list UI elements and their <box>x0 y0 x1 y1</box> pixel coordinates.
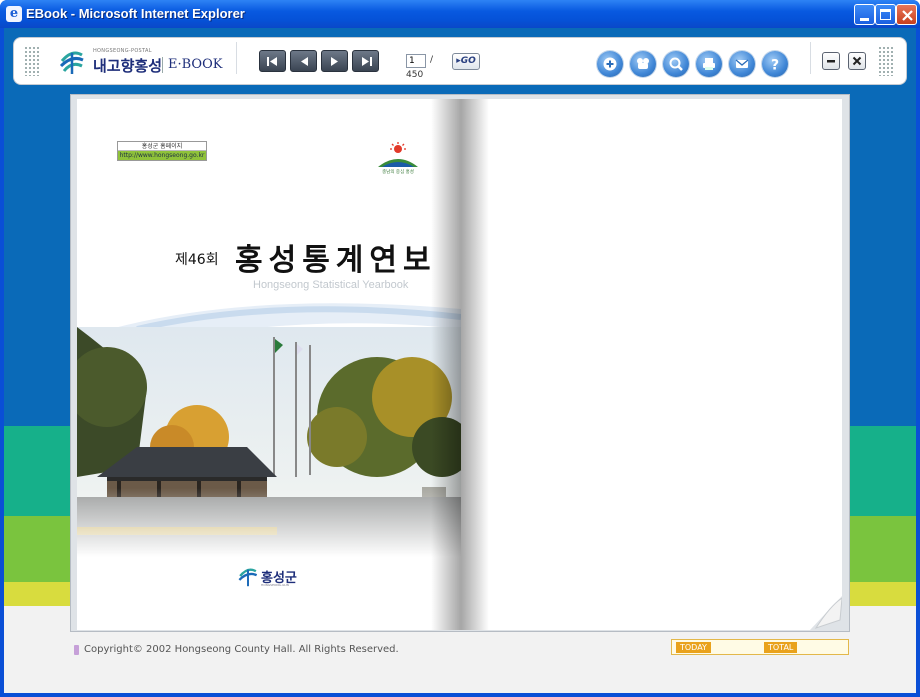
logo-small-text: HONGSEONG-POSTAL <box>93 48 152 54</box>
publisher-logo-icon <box>238 568 258 587</box>
zoom-in-icon <box>603 57 617 71</box>
last-page-button[interactable] <box>352 50 379 72</box>
last-page-icon <box>362 57 372 66</box>
homepage-url: http://www.hongseong.go.kr <box>118 151 206 160</box>
homepage-link[interactable]: 홍성군 홈페이지 http://www.hongseong.go.kr <box>117 141 207 161</box>
help-icon: ? <box>771 58 779 73</box>
edition-label: 제46회 <box>175 252 219 268</box>
logo-mark-icon <box>59 51 84 74</box>
page-number-input[interactable]: 1 <box>406 54 426 68</box>
visitor-counter: TODAY TOTAL <box>671 639 849 655</box>
minimize-icon <box>827 60 835 63</box>
copyright-text: Copyright© 2002 Hongseong County Hall. A… <box>84 644 399 655</box>
right-page-blank[interactable] <box>461 99 842 630</box>
county-emblem-icon: 충남의 중심 홍성 <box>378 142 418 175</box>
today-label: TODAY <box>676 642 711 653</box>
bookmark-icon <box>637 58 649 69</box>
search-icon <box>669 57 683 71</box>
left-page-cover[interactable]: 홍성군 홈페이지 http://www.hongseong.go.kr 충남의 … <box>77 99 461 630</box>
mail-button[interactable] <box>729 51 755 77</box>
emblem-text: 충남의 중심 홍성 <box>382 168 414 175</box>
help-button[interactable]: ? <box>762 51 788 77</box>
site-logo[interactable]: HONGSEONG-POSTAL 내고향홍성 E·BOOK <box>58 45 228 77</box>
go-label: GO <box>460 56 476 66</box>
close-icon <box>852 56 862 66</box>
next-page-icon <box>331 57 338 66</box>
search-button[interactable] <box>663 51 689 77</box>
svg-text:?: ? <box>771 58 779 73</box>
go-button[interactable]: ▸GO <box>452 53 480 70</box>
viewer-close-button[interactable] <box>848 52 866 70</box>
print-button[interactable] <box>696 51 722 77</box>
ie-icon: e <box>6 6 22 22</box>
prev-page-icon <box>301 57 308 66</box>
browser-window: e EBook - Microsoft Internet Explorer HO… <box>0 0 920 697</box>
publisher-logo: 홍성군 HONGSEONG-GUN <box>237 565 307 589</box>
bookmark-button[interactable] <box>630 51 656 77</box>
next-page-button[interactable] <box>321 50 348 72</box>
book-title: 홍성통계연보 <box>235 243 437 278</box>
window-close-button[interactable] <box>896 4 917 25</box>
zoom-in-button[interactable] <box>597 51 623 77</box>
cover-photo <box>77 327 461 557</box>
window-title: EBook - Microsoft Internet Explorer <box>26 6 245 21</box>
viewer-minimize-button[interactable] <box>822 52 840 70</box>
logo-english-text: E·BOOK <box>168 57 223 72</box>
grip-dots <box>24 46 40 76</box>
window-minimize-button[interactable] <box>854 4 875 25</box>
first-page-button[interactable] <box>259 50 286 72</box>
grip-dots-right <box>878 46 894 76</box>
page-separator: / <box>430 55 434 65</box>
ebook-spread: 홍성군 홈페이지 http://www.hongseong.go.kr 충남의 … <box>70 94 850 632</box>
title-bar[interactable]: e EBook - Microsoft Internet Explorer <box>0 0 920 28</box>
window-maximize-button[interactable] <box>875 4 896 25</box>
total-pages: 450 <box>406 70 424 80</box>
homepage-label: 홍성군 홈페이지 <box>118 142 206 151</box>
mail-icon <box>735 59 749 68</box>
print-icon <box>703 58 715 70</box>
publisher-name-en: HONGSEONG-GUN <box>261 583 289 587</box>
viewer-toolbar: HONGSEONG-POSTAL 내고향홍성 E·BOOK 1 / 450 ▸G… <box>14 38 906 84</box>
total-label: TOTAL <box>764 642 798 653</box>
first-page-icon <box>267 57 277 66</box>
page-curl-icon[interactable] <box>810 596 842 630</box>
logo-korean-text: 내고향홍성 <box>93 57 163 75</box>
prev-page-button[interactable] <box>290 50 317 72</box>
ebook-viewer: HONGSEONG-POSTAL 내고향홍성 E·BOOK 1 / 450 ▸G… <box>4 28 916 693</box>
